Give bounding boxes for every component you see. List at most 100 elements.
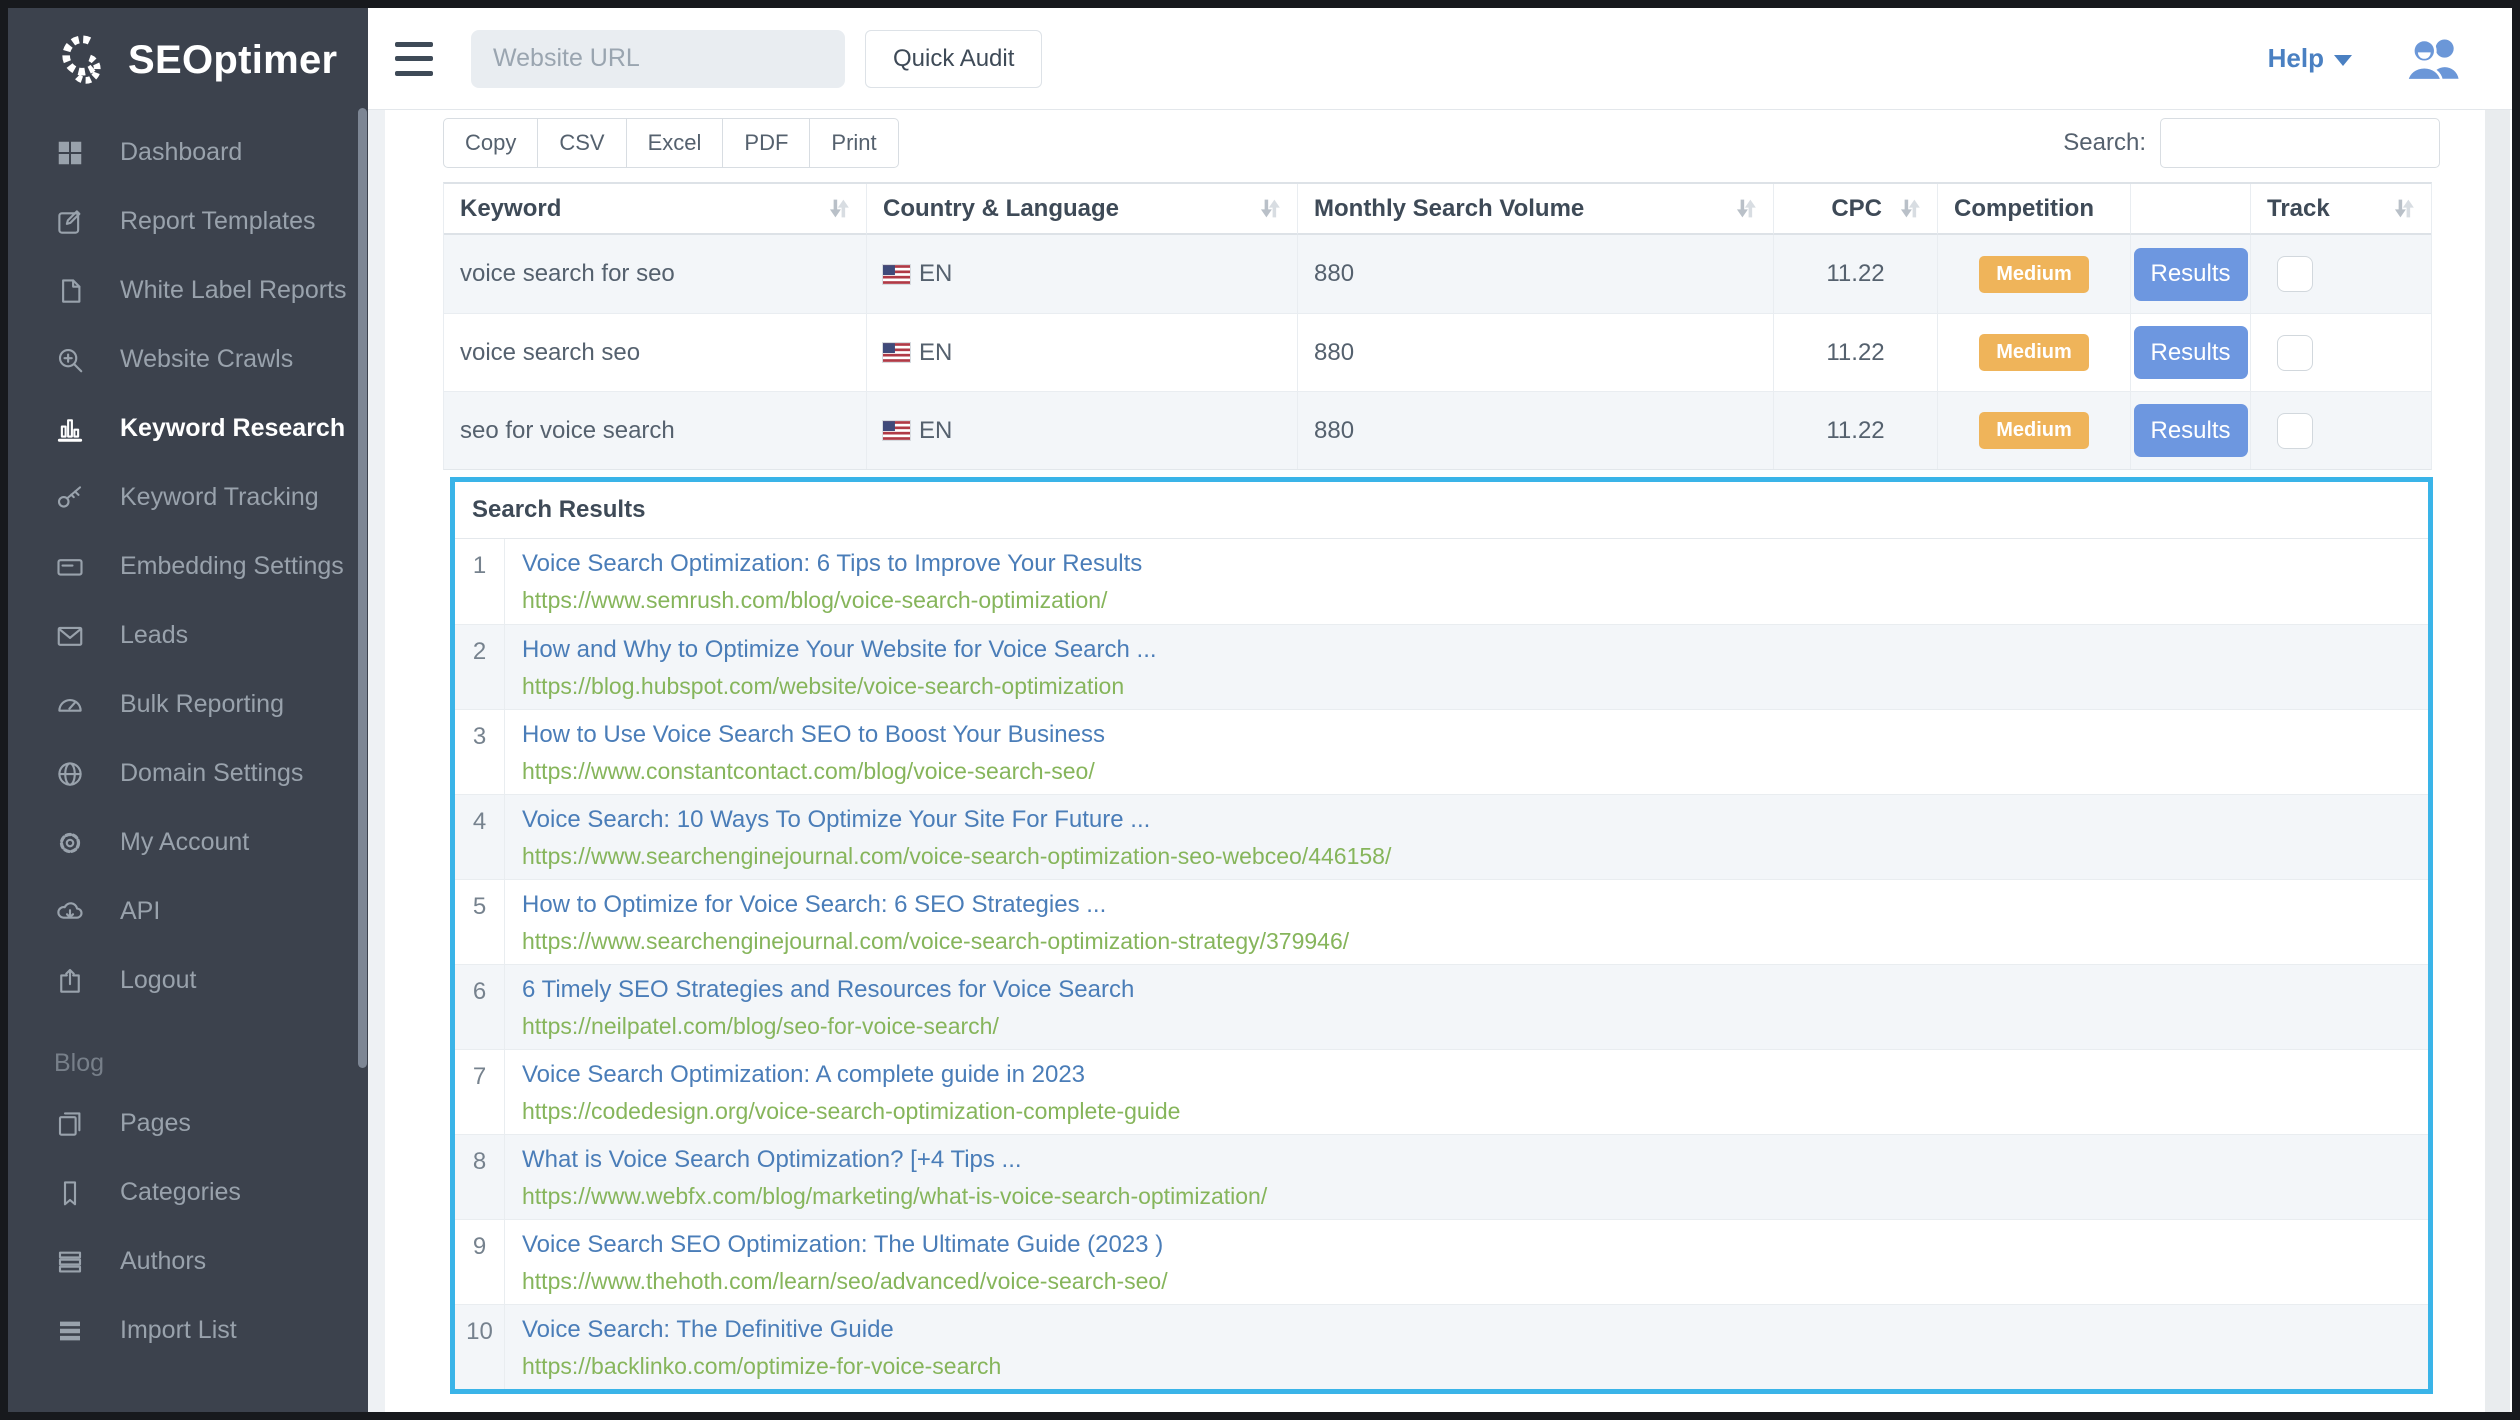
sidebar-item-authors[interactable]: Authors bbox=[8, 1227, 368, 1296]
sidebar-item-report-templates[interactable]: Report Templates bbox=[8, 187, 368, 256]
categories-icon bbox=[54, 1177, 86, 1209]
competition-cell: Medium bbox=[1937, 235, 2130, 313]
result-url-link[interactable]: https://www.webfx.com/blog/marketing/wha… bbox=[522, 1183, 2428, 1210]
result-content: Voice Search SEO Optimization: The Ultim… bbox=[505, 1220, 2428, 1304]
column-label: Country & Language bbox=[883, 194, 1120, 222]
sidebar-item-white-label-reports[interactable]: White Label Reports bbox=[8, 256, 368, 325]
track-cell bbox=[2250, 235, 2431, 313]
main-area: Quick Audit Help bbox=[368, 8, 2512, 1412]
sort-icon[interactable] bbox=[1896, 197, 1923, 220]
column-header-track[interactable]: Track bbox=[2250, 184, 2431, 235]
search-result-row: 1 Voice Search Optimization: 6 Tips to Im… bbox=[455, 539, 2428, 624]
column-header-cpc[interactable]: CPC bbox=[1773, 184, 1937, 235]
sort-icon[interactable] bbox=[2390, 197, 2417, 220]
help-menu[interactable]: Help bbox=[2268, 43, 2352, 74]
track-cell bbox=[2250, 392, 2431, 469]
sidebar-item-label: Logout bbox=[120, 966, 197, 994]
sidebar-item-label: API bbox=[120, 897, 161, 925]
results-button[interactable]: Results bbox=[2133, 404, 2248, 457]
result-url-link[interactable]: https://www.searchenginejournal.com/voic… bbox=[522, 928, 2428, 955]
result-url-link[interactable]: https://neilpatel.com/blog/seo-for-voice… bbox=[522, 1013, 2428, 1040]
print-button[interactable]: Print bbox=[810, 118, 899, 168]
result-title-link[interactable]: How to Optimize for Voice Search: 6 SEO … bbox=[522, 891, 2428, 919]
sidebar-item-api[interactable]: API bbox=[8, 877, 368, 946]
search-result-row: 7 Voice Search Optimization: A complete g… bbox=[455, 1049, 2428, 1134]
search-label: Search: bbox=[2063, 129, 2146, 156]
result-url-link[interactable]: https://www.searchenginejournal.com/voic… bbox=[522, 843, 2428, 870]
competition-badge: Medium bbox=[1979, 412, 2089, 449]
sidebar-item-label: My Account bbox=[120, 828, 250, 856]
result-url-link[interactable]: https://www.semrush.com/blog/voice-searc… bbox=[522, 587, 2428, 614]
sidebar-item-embedding-settings[interactable]: Embedding Settings bbox=[8, 532, 368, 601]
result-url-link[interactable]: https://codedesign.org/voice-search-opti… bbox=[522, 1098, 2428, 1125]
track-checkbox[interactable] bbox=[2277, 334, 2313, 371]
result-title-link[interactable]: What is Voice Search Optimization? [+4 T… bbox=[522, 1146, 2428, 1174]
result-url-link[interactable]: https://blog.hubspot.com/website/voice-s… bbox=[522, 673, 2428, 700]
result-title-link[interactable]: Voice Search Optimization: A complete gu… bbox=[522, 1061, 2428, 1089]
result-title-link[interactable]: 6 Timely SEO Strategies and Resources fo… bbox=[522, 976, 2428, 1004]
website-crawls-icon bbox=[54, 344, 86, 376]
domain-settings-icon bbox=[54, 758, 86, 790]
sort-icon[interactable] bbox=[825, 197, 852, 220]
quick-audit-button[interactable]: Quick Audit bbox=[865, 29, 1043, 88]
sidebar-nav: Dashboard Report Templates White Label Rep… bbox=[8, 112, 368, 1365]
embedding-settings-icon bbox=[54, 551, 86, 583]
language-code: EN bbox=[919, 260, 953, 287]
brand-logo[interactable]: SEOptimer bbox=[8, 8, 368, 112]
result-rank: 10 bbox=[455, 1305, 505, 1389]
sidebar-item-domain-settings[interactable]: Domain Settings bbox=[8, 739, 368, 808]
pdf-button[interactable]: PDF bbox=[723, 118, 811, 168]
csv-button[interactable]: CSV bbox=[538, 118, 627, 168]
sidebar-item-dashboard[interactable]: Dashboard bbox=[8, 118, 368, 187]
search-results-list: 1 Voice Search Optimization: 6 Tips to Im… bbox=[455, 539, 2428, 1389]
leads-icon bbox=[54, 620, 86, 652]
result-url-link[interactable]: https://backlinko.com/optimize-for-voice… bbox=[522, 1353, 2428, 1380]
track-checkbox[interactable] bbox=[2277, 412, 2313, 449]
search-volume-cell: 880 bbox=[1297, 392, 1773, 469]
sort-icon[interactable] bbox=[1256, 197, 1283, 220]
website-url-input[interactable] bbox=[471, 29, 845, 88]
result-title-link[interactable]: Voice Search SEO Optimization: The Ultim… bbox=[522, 1231, 2428, 1259]
result-url-link[interactable]: https://www.constantcontact.com/blog/voi… bbox=[522, 758, 2428, 785]
track-checkbox[interactable] bbox=[2277, 256, 2313, 292]
sort-icon[interactable] bbox=[1732, 197, 1759, 220]
sidebar-item-categories[interactable]: Categories bbox=[8, 1158, 368, 1227]
result-rank: 2 bbox=[455, 625, 505, 709]
copy-button[interactable]: Copy bbox=[443, 118, 539, 168]
sidebar-item-my-account[interactable]: My Account bbox=[8, 808, 368, 877]
account-avatar-icon[interactable] bbox=[2404, 33, 2462, 85]
results-button[interactable]: Results bbox=[2133, 326, 2248, 379]
search-input[interactable] bbox=[2160, 118, 2440, 168]
sidebar-item-website-crawls[interactable]: Website Crawls bbox=[8, 325, 368, 394]
result-title-link[interactable]: Voice Search Optimization: 6 Tips to Imp… bbox=[522, 550, 2428, 578]
result-title-link[interactable]: Voice Search: The Definitive Guide bbox=[522, 1316, 2428, 1344]
sidebar-item-pages[interactable]: Pages bbox=[8, 1089, 368, 1158]
chevron-down-icon bbox=[2334, 55, 2352, 66]
result-title-link[interactable]: Voice Search: 10 Ways To Optimize Your S… bbox=[522, 806, 2428, 834]
menu-toggle-icon[interactable] bbox=[395, 41, 433, 76]
search-result-row: 8 What is Voice Search Optimization? [+4 … bbox=[455, 1134, 2428, 1219]
sidebar: SEOptimer Dashboard Report Templates White… bbox=[8, 8, 368, 1412]
sidebar-item-bulk-reporting[interactable]: Bulk Reporting bbox=[8, 670, 368, 739]
excel-button[interactable]: Excel bbox=[626, 118, 724, 168]
result-title-link[interactable]: How and Why to Optimize Your Website for… bbox=[522, 636, 2428, 664]
result-title-link[interactable]: How to Use Voice Search SEO to Boost You… bbox=[522, 721, 2428, 749]
sidebar-item-keyword-tracking[interactable]: Keyword Tracking bbox=[8, 463, 368, 532]
sidebar-item-import-list[interactable]: Import List bbox=[8, 1296, 368, 1365]
result-url-link[interactable]: https://www.thehoth.com/learn/seo/advanc… bbox=[522, 1268, 2428, 1295]
result-rank: 3 bbox=[455, 710, 505, 794]
result-content: Voice Search Optimization: 6 Tips to Imp… bbox=[505, 539, 2428, 624]
sidebar-item-logout[interactable]: Logout bbox=[8, 946, 368, 1015]
column-header-monthly-search-volume[interactable]: Monthly Search Volume bbox=[1297, 184, 1773, 235]
sidebar-scrollbar[interactable] bbox=[358, 108, 367, 1068]
page-scrollbar[interactable] bbox=[2485, 110, 2510, 1412]
result-content: 6 Timely SEO Strategies and Resources fo… bbox=[505, 965, 2428, 1049]
sidebar-item-leads[interactable]: Leads bbox=[8, 601, 368, 670]
column-header-country-language[interactable]: Country & Language bbox=[866, 184, 1297, 235]
column-header-keyword[interactable]: Keyword bbox=[444, 184, 866, 235]
result-rank: 5 bbox=[455, 880, 505, 964]
search-results-panel: Search Results 1 Voice Search Optimizatio… bbox=[450, 477, 2433, 1394]
results-button[interactable]: Results bbox=[2133, 247, 2248, 301]
sidebar-item-keyword-research[interactable]: Keyword Research bbox=[8, 394, 368, 463]
sidebar-item-label: Pages bbox=[120, 1109, 191, 1137]
